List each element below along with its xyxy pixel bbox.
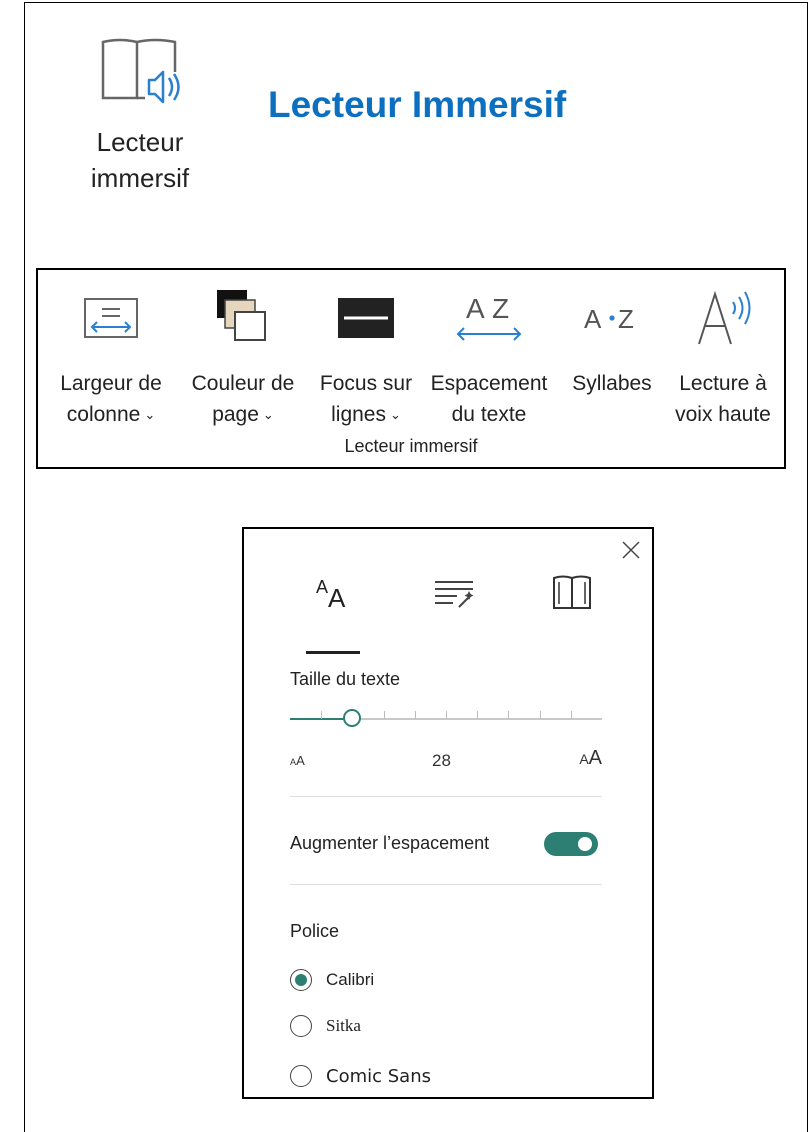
column-width-button[interactable]: Largeur de colonne ⌄ [56,288,166,432]
column-width-icon [56,288,166,348]
read-aloud-button[interactable]: Lecture à voix haute [670,288,776,430]
ribbon-label-line1: Syllabes [572,372,652,395]
slider-tick [540,711,541,719]
immersive-reader-button[interactable]: Lecteur immersif [70,36,210,196]
close-icon[interactable] [620,539,642,561]
text-size-slider[interactable] [290,709,602,729]
tab-text-options[interactable]: A A [304,565,364,625]
ribbon-label-line1: Focus sur [319,372,413,395]
ribbon-label-line2: du texte [451,403,527,426]
chevron-down-icon: ⌄ [144,407,156,422]
svg-text:A: A [316,577,328,597]
immersive-reader-ribbon: Largeur de colonne ⌄ Couleur de page ⌄ Foc… [36,268,786,469]
syllables-icon: A Z [566,288,658,348]
divider [290,796,602,797]
svg-text:Z: Z [618,304,634,334]
syllables-button[interactable]: A Z Syllabes [566,288,658,399]
divider [290,884,602,885]
font-option-label: Calibri [326,970,375,989]
svg-text:Z: Z [492,293,509,324]
font-option-calibri[interactable]: Calibri [290,967,374,993]
font-option-comic-sans[interactable]: Comic Sans [290,1063,431,1089]
open-book-speaker-icon [95,36,185,108]
spacing-label: Augmenter l’espacement [290,833,490,853]
selected-tab-underline [306,651,360,654]
chevron-down-icon: ⌄ [389,407,401,422]
radio-button[interactable] [290,1065,312,1087]
slider-tick [508,711,509,719]
text-size-icon: A A [312,573,356,618]
ribbon-label-line1: Largeur de [60,372,162,395]
slider-tick [446,711,447,719]
button-label-line2: immersif [90,163,190,193]
ribbon-label-line1: Lecture à [679,372,767,395]
slider-tick [571,711,572,719]
radio-button[interactable] [290,1015,312,1037]
read-aloud-icon [670,288,776,348]
text-spacing-button[interactable]: A Z Espacement du texte [426,288,552,430]
ribbon-label-line2: lignes [331,403,386,426]
font-label: Police [290,921,340,941]
chevron-down-icon: ⌄ [262,407,274,422]
button-label-line1: Lecteur [96,127,184,157]
page-title: Lecteur Immersif [268,84,567,125]
slider-tick [477,711,478,719]
page-color-icon [184,288,302,348]
page-color-button[interactable]: Couleur de page ⌄ [184,288,302,432]
text-size-label: Taille du texte [290,669,401,689]
svg-text:A: A [466,293,485,324]
spacing-toggle[interactable] [544,832,598,856]
large-text-glyph: AA [579,747,602,769]
small-text-glyph: AA [290,753,305,768]
panel-tabs: A A [284,565,604,655]
text-size-scale: AA 28 AA [290,747,602,773]
line-focus-icon [314,288,418,348]
grammar-magic-icon [431,576,477,615]
slider-thumb[interactable] [343,709,361,727]
toggle-knob [578,837,592,851]
radio-selected-dot [295,974,307,986]
ribbon-label-line2: voix haute [675,403,771,426]
ribbon-label-line1: Couleur de [191,372,295,395]
ribbon-label-line2: colonne [66,403,141,426]
line-focus-button[interactable]: Focus sur lignes ⌄ [314,288,418,432]
text-spacing-icon: A Z [426,288,552,348]
font-option-sitka[interactable]: Sitka [290,1013,361,1039]
slider-tick [384,711,385,719]
ribbon-label-line1: Espacement [430,372,548,395]
ribbon-group-label: Lecteur immersif [344,436,478,456]
svg-text:A: A [584,304,602,334]
text-size-value: 28 [432,751,451,770]
font-option-label: Sitka [326,1016,361,1035]
book-icon [551,574,593,617]
slider-tick [415,711,416,719]
tab-reading-preferences[interactable] [542,565,602,625]
font-option-label: Comic Sans [326,1065,431,1087]
ribbon-label-line2: page [212,403,259,426]
tab-grammar-options[interactable] [424,565,484,625]
slider-tick [321,711,322,719]
radio-button[interactable] [290,969,312,991]
svg-text:A: A [328,583,346,613]
text-options-panel: A A Taille du texte AA 28 AA Augmenter l… [242,527,654,1099]
